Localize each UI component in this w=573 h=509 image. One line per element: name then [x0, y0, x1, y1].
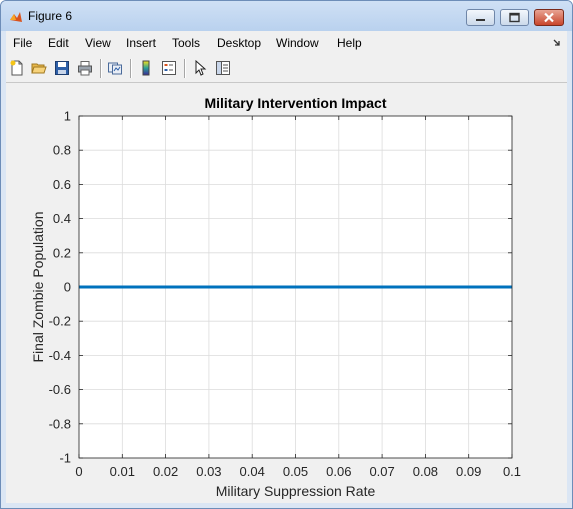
y-tick-label: -1 [59, 451, 71, 466]
menu-file[interactable]: File [13, 36, 32, 50]
figure-canvas: 0 0.01 0.02 0.03 0.04 0.05 0.06 0.07 0.08 0.09 0.1… [6, 83, 567, 503]
close-icon [544, 12, 554, 23]
menu-window[interactable]: Window [276, 36, 319, 50]
window-title: Figure 6 [28, 9, 73, 23]
figure-window: Figure 6 File Edit View Insert Tools Des… [0, 0, 573, 509]
menu-tools[interactable]: Tools [172, 36, 200, 50]
y-tick-labels: 1 0.8 0.6 0.4 0.2 0 -0.2 -0.4 -0.6 -0.8 -1 [49, 109, 71, 466]
close-button[interactable] [534, 9, 564, 26]
y-tick-label: -0.4 [49, 348, 71, 363]
figure-toolbar [6, 54, 567, 83]
y-tick-label: 0.4 [53, 211, 71, 226]
minimize-icon [476, 19, 485, 21]
x-tick-label: 0.03 [196, 464, 221, 479]
y-tick-label: 0 [64, 280, 71, 295]
print-icon[interactable] [77, 60, 93, 76]
x-tick-label: 0.08 [413, 464, 438, 479]
restore-button[interactable] [500, 9, 529, 26]
x-axis-label: Military Suppression Rate [216, 483, 376, 499]
open-icon[interactable] [31, 60, 47, 76]
y-tick-label: 0.6 [53, 177, 71, 192]
y-tick-label: 0.8 [53, 143, 71, 158]
y-tick-label: -0.2 [49, 314, 71, 329]
menu-edit[interactable]: Edit [48, 36, 69, 50]
y-tick-label: -0.6 [49, 382, 71, 397]
x-tick-label: 0.09 [456, 464, 481, 479]
toolbar-separator [130, 59, 132, 78]
menu-desktop[interactable]: Desktop [217, 36, 261, 50]
new-figure-icon[interactable] [9, 60, 25, 76]
chart[interactable]: 0 0.01 0.02 0.03 0.04 0.05 0.06 0.07 0.08 0.09 0.1… [6, 83, 567, 503]
dock-arrow-icon[interactable] [552, 38, 562, 48]
x-tick-label: 0.01 [110, 464, 135, 479]
pointer-icon[interactable] [192, 60, 208, 76]
x-tick-labels: 0 0.01 0.02 0.03 0.04 0.05 0.06 0.07 0.08 0.09 0.1 [75, 464, 521, 479]
toolbar-separator [100, 59, 102, 78]
x-tick-label: 0.1 [503, 464, 521, 479]
x-tick-label: 0.06 [326, 464, 351, 479]
title-bar[interactable]: Figure 6 [1, 1, 572, 31]
x-tick-label: 0 [75, 464, 82, 479]
colorbar-icon[interactable] [138, 60, 154, 76]
x-tick-label: 0.04 [240, 464, 265, 479]
x-tick-label: 0.07 [369, 464, 394, 479]
minimize-button[interactable] [466, 9, 495, 26]
matlab-icon [10, 12, 22, 22]
menu-bar: File Edit View Insert Tools Desktop Wind… [6, 31, 567, 54]
y-axis-label: Final Zombie Population [30, 212, 46, 363]
restore-icon [509, 12, 520, 23]
y-tick-label: -0.8 [49, 416, 71, 431]
x-tick-label: 0.05 [283, 464, 308, 479]
legend-icon[interactable] [161, 60, 177, 76]
y-tick-label: 1 [64, 109, 71, 124]
y-tick-label: 0.2 [53, 245, 71, 260]
chart-title: Military Intervention Impact [204, 95, 386, 111]
save-icon[interactable] [54, 60, 70, 76]
property-editor-icon[interactable] [215, 60, 231, 76]
menu-help[interactable]: Help [337, 36, 362, 50]
link-plot-icon[interactable] [107, 60, 123, 76]
x-tick-label: 0.02 [153, 464, 178, 479]
toolbar-separator [184, 59, 186, 78]
menu-view[interactable]: View [85, 36, 111, 50]
menu-insert[interactable]: Insert [126, 36, 156, 50]
